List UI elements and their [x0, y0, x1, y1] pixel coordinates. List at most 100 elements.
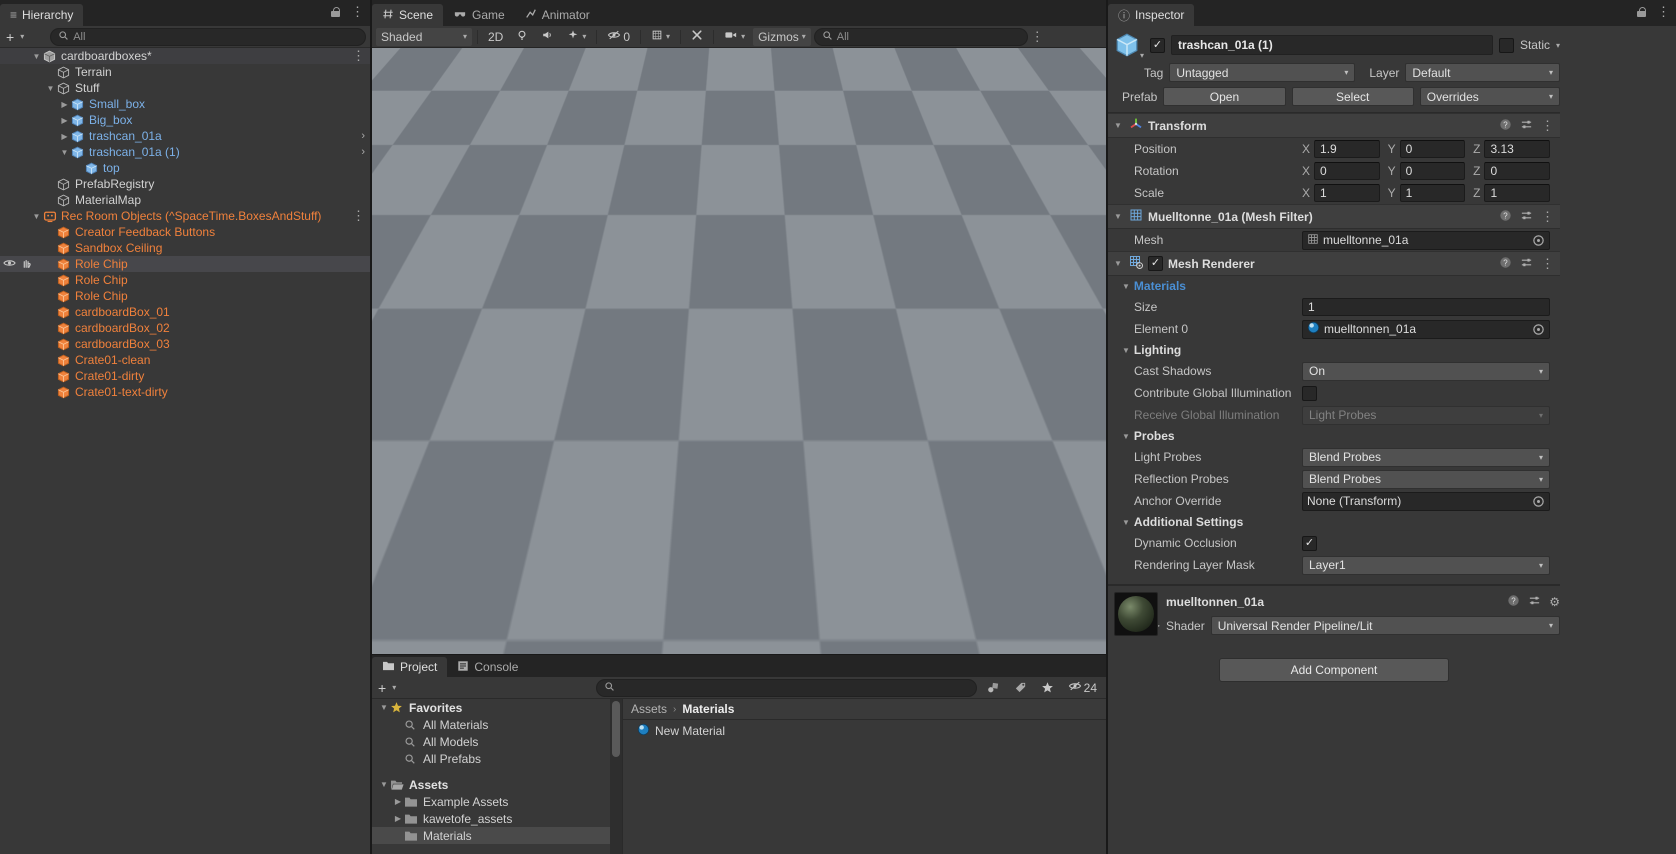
hierarchy-item-role-chip[interactable]: Role Chip	[0, 272, 370, 288]
effects-dropdown-arrow[interactable]: ▾	[582, 32, 586, 41]
hierarchy-item-creator-feedback-buttons[interactable]: Creator Feedback Buttons	[0, 224, 370, 240]
y-field[interactable]: 0	[1400, 162, 1466, 180]
foldout-arrow[interactable]: ▼	[30, 212, 43, 221]
foldout-arrow[interactable]: ▶	[392, 797, 404, 806]
icon-dropdown-arrow[interactable]: ▾	[1140, 51, 1144, 60]
scene-audio-toggle[interactable]	[536, 28, 559, 46]
hierarchy-item-role-chip[interactable]: Role Chip	[0, 256, 370, 272]
inspector-lock-icon[interactable]	[1637, 7, 1647, 18]
scene-camera-button[interactable]: ▾	[719, 28, 750, 46]
foldout-arrow[interactable]: ▼	[44, 84, 57, 93]
create-button[interactable]: +	[4, 29, 16, 45]
hierarchy-item-sandbox-ceiling[interactable]: Sandbox Ceiling	[0, 240, 370, 256]
search-by-type-button[interactable]	[981, 679, 1005, 697]
hierarchy-item-cardboardboxes[interactable]: ▼cardboardboxes*⋮	[0, 48, 370, 64]
component-kebab-icon[interactable]: ⋮	[1541, 211, 1554, 223]
project-tree-item-assets[interactable]: ▼Assets	[372, 776, 610, 793]
static-dropdown-arrow[interactable]: ▾	[1556, 41, 1560, 50]
shader-dropdown[interactable]: Universal Render Pipeline/Lit▾	[1211, 616, 1560, 635]
project-tree-item-all-models[interactable]: All Models	[372, 733, 610, 750]
hierarchy-item-crate01-text-dirty[interactable]: Crate01-text-dirty	[0, 384, 370, 400]
inspector-kebab-menu-icon[interactable]: ⋮	[1657, 6, 1670, 18]
component-kebab-icon[interactable]: ⋮	[1541, 120, 1554, 132]
hierarchy-item-rec-room-objects-spacetime-boxesandstuff[interactable]: ▼Rec Room Objects (^SpaceTime.BoxesAndSt…	[0, 208, 370, 224]
dropdown-light-probes[interactable]: Blend Probes▾	[1302, 448, 1550, 467]
hierarchy-item-top[interactable]: top	[0, 160, 370, 176]
row-kebab-icon[interactable]: ⋮	[352, 210, 365, 222]
hierarchy-item-role-chip[interactable]: Role Chip	[0, 288, 370, 304]
y-field[interactable]: 0	[1400, 140, 1466, 158]
object-picker-icon[interactable]	[1532, 495, 1545, 508]
project-scrollbar[interactable]	[610, 699, 622, 854]
hierarchy-item-cardboardbox-03[interactable]: cardboardBox_03	[0, 336, 370, 352]
component-foldout-arrow[interactable]: ▼	[1114, 212, 1124, 221]
prefab-select-button[interactable]: Select	[1292, 87, 1414, 106]
static-checkbox[interactable]	[1499, 38, 1514, 53]
object-field[interactable]: muelltonnen_01a	[1302, 320, 1550, 339]
camera-dropdown-arrow[interactable]: ▾	[741, 32, 745, 41]
object-field[interactable]: None (Transform)	[1302, 492, 1550, 511]
project-tree-item-all-materials[interactable]: All Materials	[372, 716, 610, 733]
z-field[interactable]: 0	[1484, 162, 1550, 180]
kebab-menu-icon[interactable]: ⋮	[351, 6, 364, 18]
project-tree-item-all-prefabs[interactable]: All Prefabs	[372, 750, 610, 767]
persp-control[interactable]: < Persp	[1040, 139, 1084, 153]
project-tree-item-materials[interactable]: Materials	[372, 827, 610, 844]
project-tree-item-example-assets[interactable]: ▶Example Assets	[372, 793, 610, 810]
file-item-new-material[interactable]: New Material	[623, 722, 1106, 740]
shading-mode-dropdown[interactable]: Shaded ▾	[376, 28, 472, 46]
prefab-cube-icon[interactable]: ▾	[1114, 32, 1144, 58]
pickability-hand-icon[interactable]	[20, 257, 32, 272]
row-kebab-icon[interactable]: ⋮	[352, 50, 365, 62]
gizmos-dropdown[interactable]: Gizmos ▾	[753, 28, 811, 46]
checkbox-contribute-global-illumination[interactable]	[1302, 386, 1317, 401]
component-foldout-arrow[interactable]: ▼	[1114, 259, 1124, 268]
text-field-size[interactable]: 1	[1302, 298, 1550, 316]
tab-scene[interactable]: Scene	[372, 4, 443, 26]
scene-effects-toggle[interactable]: ▾	[562, 28, 591, 46]
foldout-arrow[interactable]: ▶	[58, 116, 71, 125]
hierarchy-item-trashcan-01a[interactable]: ▶trashcan_01a›	[0, 128, 370, 144]
scene-lighting-toggle[interactable]	[511, 28, 533, 46]
x-field[interactable]: 1.9	[1314, 140, 1380, 158]
axis-y-label[interactable]: y	[1072, 49, 1078, 61]
hierarchy-search-input[interactable]: All	[50, 28, 366, 46]
tab-hierarchy[interactable]: ≡ Hierarchy	[0, 4, 83, 26]
foldout-additional-settings[interactable]: ▼Additional Settings	[1108, 512, 1560, 532]
add-component-button[interactable]: Add Component	[1219, 658, 1449, 682]
layer-dropdown[interactable]: Default▾	[1405, 63, 1560, 82]
tab-console[interactable]: Console	[447, 657, 528, 677]
hierarchy-item-cardboardbox-01[interactable]: cardboardBox_01	[0, 304, 370, 320]
y-field[interactable]: 1	[1400, 184, 1466, 202]
x-field[interactable]: 1	[1314, 184, 1380, 202]
component-kebab-icon[interactable]: ⋮	[1541, 258, 1554, 270]
prefab-open-chevron[interactable]: ›	[361, 146, 365, 158]
foldout-arrow[interactable]: ▼	[378, 780, 390, 789]
dropdown-cast-shadows[interactable]: On▾	[1302, 362, 1550, 381]
scene-kebab-menu-icon[interactable]: ⋮	[1031, 31, 1044, 43]
favorites-star-button[interactable]	[1036, 679, 1059, 697]
x-field[interactable]: 0	[1314, 162, 1380, 180]
breadcrumb-assets[interactable]: Assets	[631, 702, 667, 716]
grid-dropdown-arrow[interactable]: ▾	[666, 32, 670, 41]
presets-icon[interactable]	[1528, 594, 1541, 610]
axis-z-label[interactable]: z	[1045, 79, 1051, 91]
tab-inspector[interactable]: ⓘ Inspector	[1108, 4, 1194, 26]
presets-icon[interactable]	[1520, 209, 1533, 225]
hierarchy-item-big-box[interactable]: ▶Big_box	[0, 112, 370, 128]
lock-icon[interactable]	[331, 7, 341, 18]
scene-grid-toggle[interactable]: ▾	[646, 28, 675, 46]
foldout-arrow[interactable]: ▶	[58, 100, 71, 109]
component-foldout-arrow[interactable]: ▼	[1114, 121, 1124, 130]
project-hidden-count[interactable]: 24	[1063, 679, 1102, 697]
hierarchy-item-materialmap[interactable]: MaterialMap	[0, 192, 370, 208]
gear-icon[interactable]: ⚙	[1549, 595, 1560, 609]
hierarchy-item-cardboardbox-02[interactable]: cardboardBox_02	[0, 320, 370, 336]
tag-dropdown[interactable]: Untagged▾	[1169, 63, 1355, 82]
tab-game[interactable]: Game	[443, 4, 515, 26]
tab-animator[interactable]: Animator	[515, 4, 600, 26]
hierarchy-item-trashcan-01a-1[interactable]: ▼trashcan_01a (1)›	[0, 144, 370, 160]
hierarchy-item-crate01-clean[interactable]: Crate01-clean	[0, 352, 370, 368]
scene-viewport[interactable]: y x z < Persp	[372, 48, 1106, 654]
gizmo-lock-icon[interactable]	[1093, 58, 1103, 68]
